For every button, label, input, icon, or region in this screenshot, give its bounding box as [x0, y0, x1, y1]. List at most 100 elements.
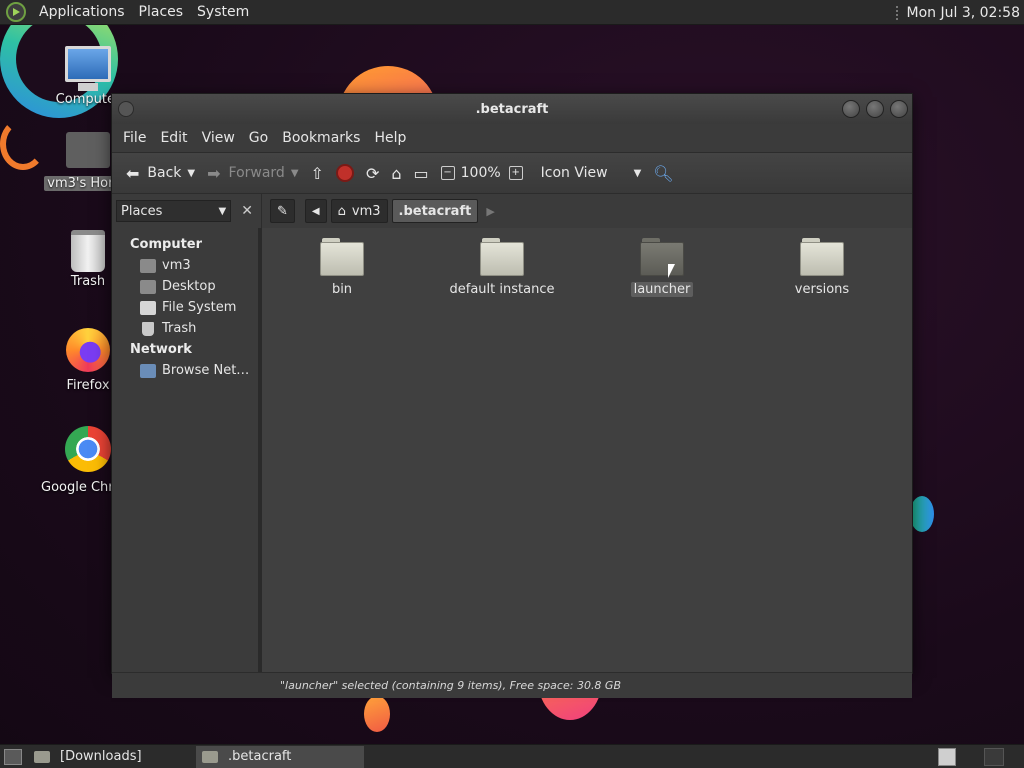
stop-icon [335, 164, 354, 182]
taskbar-item-label: [Downloads] [60, 749, 142, 764]
list-item[interactable]: bin [262, 238, 422, 297]
sidebar-item-label: Desktop [162, 279, 216, 294]
chevron-left-icon: ◀ [311, 205, 320, 217]
status-text: "launcher" selected (containing 9 items)… [280, 679, 621, 692]
sidebar-mode-select[interactable]: Places ▼ [116, 200, 232, 222]
breadcrumb-item-current[interactable]: .betacraft [391, 199, 479, 223]
home-folder-icon [66, 132, 110, 168]
desktop-icon-label: Firefox [66, 378, 110, 393]
folder-icon [202, 750, 218, 763]
chrome-icon [65, 426, 111, 472]
folder-icon [800, 238, 844, 276]
reload-icon: ⟳ [365, 163, 380, 183]
taskbar-item-downloads[interactable]: [Downloads] [28, 746, 196, 768]
sidebar-item-label: File System [162, 300, 237, 315]
sidebar-item-label: Trash [162, 321, 197, 336]
view-mode-select[interactable]: Icon View ▼ [535, 157, 648, 189]
menu-bookmarks[interactable]: Bookmarks [275, 130, 367, 146]
taskbar-item-betacraft[interactable]: .betacraft [196, 745, 364, 768]
window-body: Computer vm3 Desktop File System Trash N… [112, 228, 912, 672]
breadcrumb-scroll-left[interactable]: ◀ [304, 199, 327, 223]
top-panel: Applications Places System Mon Jul 3, 02… [0, 0, 1024, 25]
menu-file[interactable]: File [116, 130, 153, 146]
list-item[interactable]: launcher [582, 238, 742, 297]
clock[interactable]: Mon Jul 3, 02:58 [907, 5, 1020, 21]
wallpaper-shape [910, 496, 934, 532]
workspace-1[interactable] [938, 748, 956, 766]
applications-menu[interactable]: Applications [32, 4, 132, 20]
file-name: bin [331, 282, 353, 297]
trash-icon [142, 321, 154, 336]
file-manager-window: .betacraft File Edit View Go Bookmarks H… [111, 93, 913, 698]
home-button[interactable]: ⌂ [385, 157, 407, 189]
home-folder-icon [140, 258, 156, 273]
drive-icon [140, 300, 156, 315]
up-button[interactable]: ⇧ [305, 157, 330, 189]
menu-go[interactable]: Go [242, 130, 275, 146]
window-titlebar[interactable]: .betacraft [112, 94, 912, 124]
menu-view[interactable]: View [195, 130, 242, 146]
window-menu-icon[interactable] [118, 101, 134, 117]
close-sidebar-icon[interactable]: ✕ [237, 201, 257, 221]
back-button[interactable]: ⬅ Back ▼ [120, 157, 201, 189]
computer-icon [65, 46, 111, 91]
computer-icon: ▭ [413, 163, 429, 183]
chevron-down-icon: ▼ [218, 205, 227, 217]
back-label: Back [147, 165, 182, 181]
toolbar: ⬅ Back ▼ ➡ Forward ▼ ⇧ ⟳ ⌂ ▭ − 100% + Ic… [112, 152, 912, 194]
system-menu[interactable]: System [190, 4, 256, 20]
breadcrumb: ✎ ◀ ⌂ vm3 .betacraft ▶ [262, 194, 495, 228]
window-title: .betacraft [475, 101, 549, 117]
minimize-button[interactable] [842, 100, 860, 118]
folder-icon [640, 238, 684, 276]
folder-icon [320, 238, 364, 276]
list-item[interactable]: default instance [422, 238, 582, 297]
back-history-dropdown[interactable]: ▼ [187, 168, 195, 179]
list-item[interactable]: versions [742, 238, 902, 297]
sidebar-mode-value: Places [121, 203, 163, 219]
computer-button[interactable]: ▭ [408, 157, 435, 189]
toggle-location-entry-button[interactable]: ✎ [270, 199, 295, 223]
taskbar-item-label: .betacraft [228, 749, 292, 764]
edit-icon: ✎ [277, 203, 288, 219]
forward-button[interactable]: ➡ Forward ▼ [201, 157, 304, 189]
network-icon [140, 363, 156, 378]
sidebar-item-browse-network[interactable]: Browse Net… [112, 360, 258, 381]
close-button[interactable] [890, 100, 908, 118]
forward-history-dropdown[interactable]: ▼ [291, 168, 299, 179]
zoom-out-icon[interactable]: − [440, 166, 455, 180]
menu-edit[interactable]: Edit [153, 130, 194, 146]
file-view[interactable]: bin default instance launcher versions [262, 228, 912, 672]
home-icon: ⌂ [391, 163, 402, 183]
desktop-icon-label: Trash [70, 274, 106, 289]
search-button[interactable]: 🔍︎ [647, 157, 679, 189]
sidebar-item-trash[interactable]: Trash [112, 318, 258, 339]
breadcrumb-item-home[interactable]: ⌂ vm3 [330, 199, 388, 223]
sidebar-item-desktop[interactable]: Desktop [112, 276, 258, 297]
chevron-down-icon: ▼ [633, 167, 642, 179]
view-mode-value: Icon View [540, 165, 608, 181]
trash-icon [71, 230, 105, 272]
stop-button[interactable] [330, 157, 360, 189]
desktop-folder-icon [140, 279, 156, 294]
maximize-button[interactable] [866, 100, 884, 118]
sidebar-header: Places ▼ ✕ [112, 194, 262, 228]
bottom-panel: [Downloads] .betacraft [0, 744, 1024, 768]
reload-button[interactable]: ⟳ [360, 157, 385, 189]
sidebar-item-file-system[interactable]: File System [112, 297, 258, 318]
zoom-in-icon[interactable]: + [508, 166, 523, 180]
sidebar-item-vm3[interactable]: vm3 [112, 255, 258, 276]
file-name: versions [794, 282, 850, 297]
folder-icon [34, 750, 50, 763]
breadcrumb-scroll-right[interactable]: ▶ [486, 205, 494, 218]
workspace-2[interactable] [984, 748, 1004, 766]
panel-separator [895, 5, 899, 20]
firefox-icon [66, 328, 110, 372]
distro-logo-icon[interactable] [6, 2, 26, 22]
menubar: File Edit View Go Bookmarks Help [112, 124, 912, 152]
status-bar: "launcher" selected (containing 9 items)… [112, 672, 912, 698]
menu-help[interactable]: Help [367, 130, 413, 146]
mouse-pointer-icon [668, 264, 675, 278]
show-desktop-icon[interactable] [4, 748, 22, 765]
places-menu[interactable]: Places [132, 4, 191, 20]
